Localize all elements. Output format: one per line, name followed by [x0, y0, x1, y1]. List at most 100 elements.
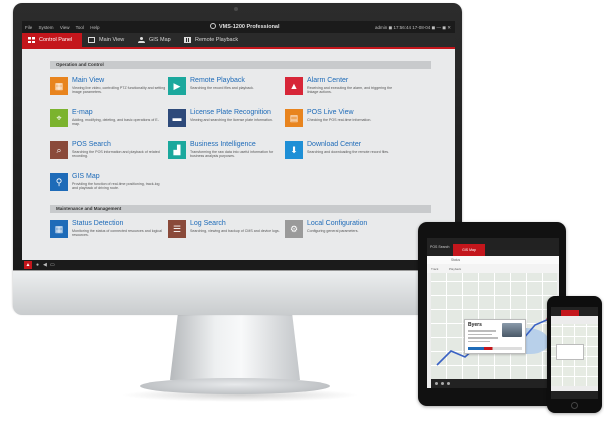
module-remote-playback[interactable]: ▶ Remote Playback Searching the record f…	[168, 77, 286, 105]
section-header-maintenance: Maintenance and Management	[50, 205, 431, 213]
app-title: VMS-1200 Professional	[219, 24, 280, 30]
title-bar-status: admin ◼ 17:56:44 17-08-04 ◼ — ◼ ✕	[374, 25, 451, 30]
module-title: Business Intelligence	[190, 141, 256, 148]
module-title: License Plate Recognition	[190, 109, 271, 116]
module-desc: Adding, modifying, deleting, and basic o…	[72, 118, 159, 127]
module-desc: Searching the record files and playback.	[190, 86, 254, 90]
module-title: Main View	[72, 77, 105, 84]
emap-icon: ⌖	[50, 109, 68, 127]
record-icon[interactable]: ●	[36, 262, 39, 268]
vehicle-info-popup: Byers	[464, 319, 526, 354]
popup-title: Byers	[468, 322, 482, 328]
module-alarm-center[interactable]: ▲ Alarm Center Receiving and executing t…	[285, 77, 403, 105]
tab-label: Remote Playback	[195, 37, 239, 43]
module-title: POS Live View	[307, 109, 354, 116]
popup-line	[468, 330, 496, 332]
vehicle-snapshot	[502, 323, 522, 337]
module-license-plate[interactable]: ▬ License Plate Recognition Viewing and …	[168, 109, 286, 137]
module-title: Download Center	[307, 141, 362, 148]
module-pos-search[interactable]: ⌕ POS Search Searching the POS informati…	[50, 141, 168, 169]
tablet-tab-gis-map[interactable]: GIS Map	[453, 244, 485, 256]
status-icon: ▦	[50, 220, 68, 238]
monitor-icon	[88, 37, 95, 43]
phone-bottom-bar	[551, 391, 598, 399]
tab-label: Main View	[99, 37, 125, 43]
tablet-tool-track[interactable]: Track	[431, 267, 438, 271]
module-title: Local Configuration	[307, 220, 368, 227]
module-pos-live-view[interactable]: ▤ POS Live View Checking the POS real-ti…	[285, 109, 403, 137]
popup-line	[468, 340, 490, 343]
menu-system[interactable]: System	[39, 25, 54, 30]
menu-help[interactable]: Help	[90, 25, 99, 30]
phone-active-tab[interactable]	[561, 310, 579, 316]
module-title: Log Search	[190, 220, 226, 227]
module-gis-map[interactable]: ⚲ GIS Map Providing the function of real…	[50, 173, 168, 203]
control-panel-content: Operation and Control ▦ Main View Viewin…	[50, 57, 431, 255]
module-business-intelligence[interactable]: ▟ Business Intelligence Transforming the…	[168, 141, 286, 169]
popup-progress	[468, 347, 522, 350]
grid-icon: ▦	[50, 77, 68, 95]
status-bar: ▲ ● ◀ ▭	[22, 260, 455, 270]
speed-icon[interactable]	[447, 382, 450, 385]
monitor-stand-base	[140, 378, 330, 394]
module-title: E-map	[72, 109, 93, 116]
module-desc: Searching and downloading the remote rec…	[307, 150, 390, 154]
tablet-tab-pos[interactable]: POS Search	[430, 245, 449, 249]
alarm-bell-icon[interactable]: ▲	[24, 261, 32, 269]
pos-icon: ▤	[285, 109, 303, 127]
app-logo-icon	[210, 23, 216, 29]
menu-bar: File System View Tool Help	[25, 25, 104, 30]
module-desc: Transforming the raw data into useful in…	[190, 150, 274, 159]
playback-icon: ▶	[168, 77, 186, 95]
tab-remote-playback[interactable]: Remote Playback	[178, 33, 250, 47]
module-title: POS Search	[72, 141, 111, 148]
message-icon[interactable]: ▭	[50, 262, 55, 268]
menu-file[interactable]: File	[25, 25, 32, 30]
phone-screen	[551, 307, 598, 399]
play-icon[interactable]	[435, 382, 438, 385]
menu-view[interactable]: View	[60, 25, 70, 30]
car-icon: ▬	[168, 109, 186, 127]
module-title: Status Detection	[72, 220, 124, 227]
tab-label: GIS Map	[149, 37, 171, 43]
module-title: Alarm Center	[307, 77, 349, 84]
monitor-stand	[170, 314, 300, 380]
module-main-view[interactable]: ▦ Main View Viewing live video, controll…	[50, 77, 168, 105]
module-status-detection[interactable]: ▦ Status Detection Monitoring the status…	[50, 220, 168, 248]
stop-icon[interactable]	[441, 382, 444, 385]
tab-main-view[interactable]: Main View	[82, 33, 132, 47]
user-icon	[138, 37, 145, 43]
module-desc: Receiving and executing the alarm, and t…	[307, 86, 393, 95]
module-e-map[interactable]: ⌖ E-map Adding, modifying, deleting, and…	[50, 109, 168, 137]
log-icon: ☰	[168, 220, 186, 238]
title-bar: File System View Tool Help VMS-1200 Prof…	[22, 21, 455, 33]
tablet-map[interactable]: Byers	[431, 273, 557, 379]
section-header-operation: Operation and Control	[50, 61, 431, 69]
tablet-tool-playback[interactable]: Playback	[449, 267, 461, 271]
tab-control-panel[interactable]: Control Panel	[22, 33, 82, 47]
menu-tool[interactable]: Tool	[76, 25, 84, 30]
module-desc: Viewing and searching the license plate …	[190, 118, 273, 122]
module-desc: Configuring general parameters.	[307, 229, 359, 233]
alarm-icon: ▲	[285, 77, 303, 95]
tablet-playback-bar	[431, 379, 557, 388]
module-log-search[interactable]: ☰ Log Search Searching, viewing and back…	[168, 220, 286, 248]
config-icon: ⚙	[285, 220, 303, 238]
tab-gis-map[interactable]: GIS Map	[132, 33, 178, 47]
grid-icon	[28, 37, 35, 43]
home-button[interactable]	[571, 402, 578, 409]
module-title: GIS Map	[72, 173, 100, 180]
module-download-center[interactable]: ⬇ Download Center Searching and download…	[285, 141, 403, 169]
phone-map[interactable]	[551, 324, 598, 386]
chart-icon: ▟	[168, 141, 186, 159]
tablet-screen: POS Search GIS Map Status Track Playback…	[427, 238, 559, 388]
map-pin-icon: ⚲	[50, 173, 68, 191]
module-desc: Viewing live video, controlling PTZ func…	[72, 86, 166, 95]
module-local-configuration[interactable]: ⚙ Local Configuration Configuring genera…	[285, 220, 403, 248]
volume-icon[interactable]: ◀	[43, 262, 47, 268]
pos-search-icon: ⌕	[50, 141, 68, 159]
module-desc: Monitoring the status of connected resou…	[72, 229, 162, 238]
tab-bar: Control Panel Main View GIS Map Remote P…	[22, 33, 455, 49]
module-desc: Searching, viewing and backup of CMS and…	[190, 229, 280, 233]
phone-info-popup	[556, 344, 584, 360]
